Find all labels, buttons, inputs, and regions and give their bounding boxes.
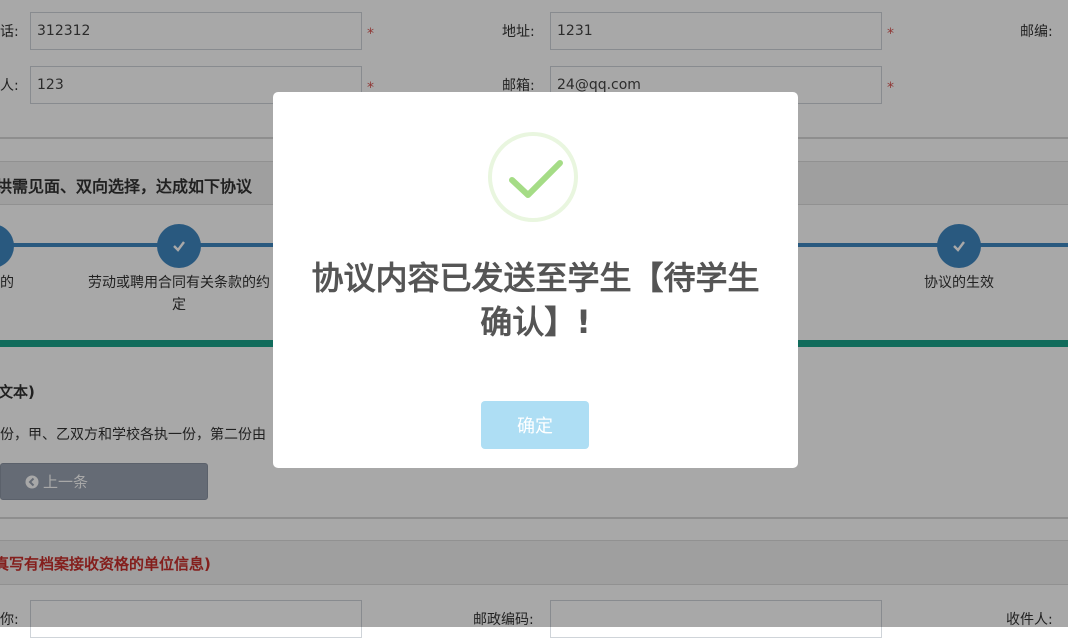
success-check-icon (509, 160, 563, 198)
dialog-message-line-2: 确认】! (480, 303, 591, 341)
success-dialog: 协议内容已发送至学生【待学生 确认】! 确定 (273, 92, 798, 468)
dialog-message: 协议内容已发送至学生【待学生 确认】! (273, 256, 798, 344)
confirm-button[interactable]: 确定 (481, 401, 589, 449)
dialog-message-line-1: 协议内容已发送至学生【待学生 (311, 259, 760, 297)
